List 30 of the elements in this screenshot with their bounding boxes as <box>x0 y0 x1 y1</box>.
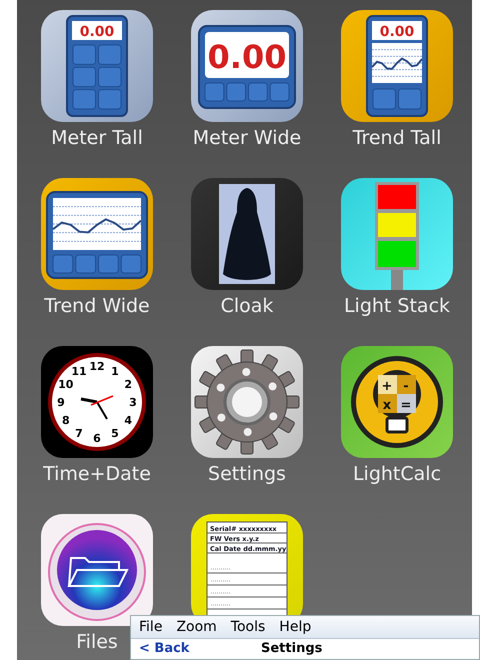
clock-numeral: 9 <box>57 396 65 409</box>
calc-symbol: = <box>400 398 412 413</box>
clock-numeral: 6 <box>93 432 101 445</box>
calc-symbol: - <box>403 379 409 394</box>
app-label: Files <box>76 630 118 654</box>
clock-numeral: 5 <box>111 427 119 440</box>
clock-numeral: 2 <box>124 378 132 391</box>
clock-numeral: 1 <box>111 364 119 378</box>
calc-symbol: x <box>382 398 392 413</box>
app-label: Settings <box>208 462 286 486</box>
clock-numeral: 4 <box>124 414 132 427</box>
clock-numeral: 12 <box>89 360 105 373</box>
meter-reading: 0.00 <box>208 38 286 76</box>
page-title: Settings <box>261 641 322 658</box>
app-label: Meter Tall <box>51 126 143 150</box>
app-label: Meter Wide <box>192 126 302 150</box>
app-label: Light Stack <box>344 294 450 318</box>
app-label: Time+Date <box>43 462 151 486</box>
calc-symbol: + <box>382 379 392 394</box>
app-label: Cloak <box>220 294 274 318</box>
meter-reading: 0.00 <box>80 24 114 40</box>
app-label: Trend Wide <box>44 294 150 318</box>
app-label: LightCalc <box>352 462 442 486</box>
meter-reading: 0.00 <box>380 24 414 40</box>
clock-numeral: 7 <box>75 427 83 440</box>
app-label: Trend Tall <box>352 126 442 150</box>
clock-numeral: 8 <box>62 414 70 427</box>
clock-numeral: 10 <box>58 378 74 391</box>
clock-numeral: 3 <box>129 396 137 409</box>
clock-numeral: 11 <box>71 364 87 378</box>
